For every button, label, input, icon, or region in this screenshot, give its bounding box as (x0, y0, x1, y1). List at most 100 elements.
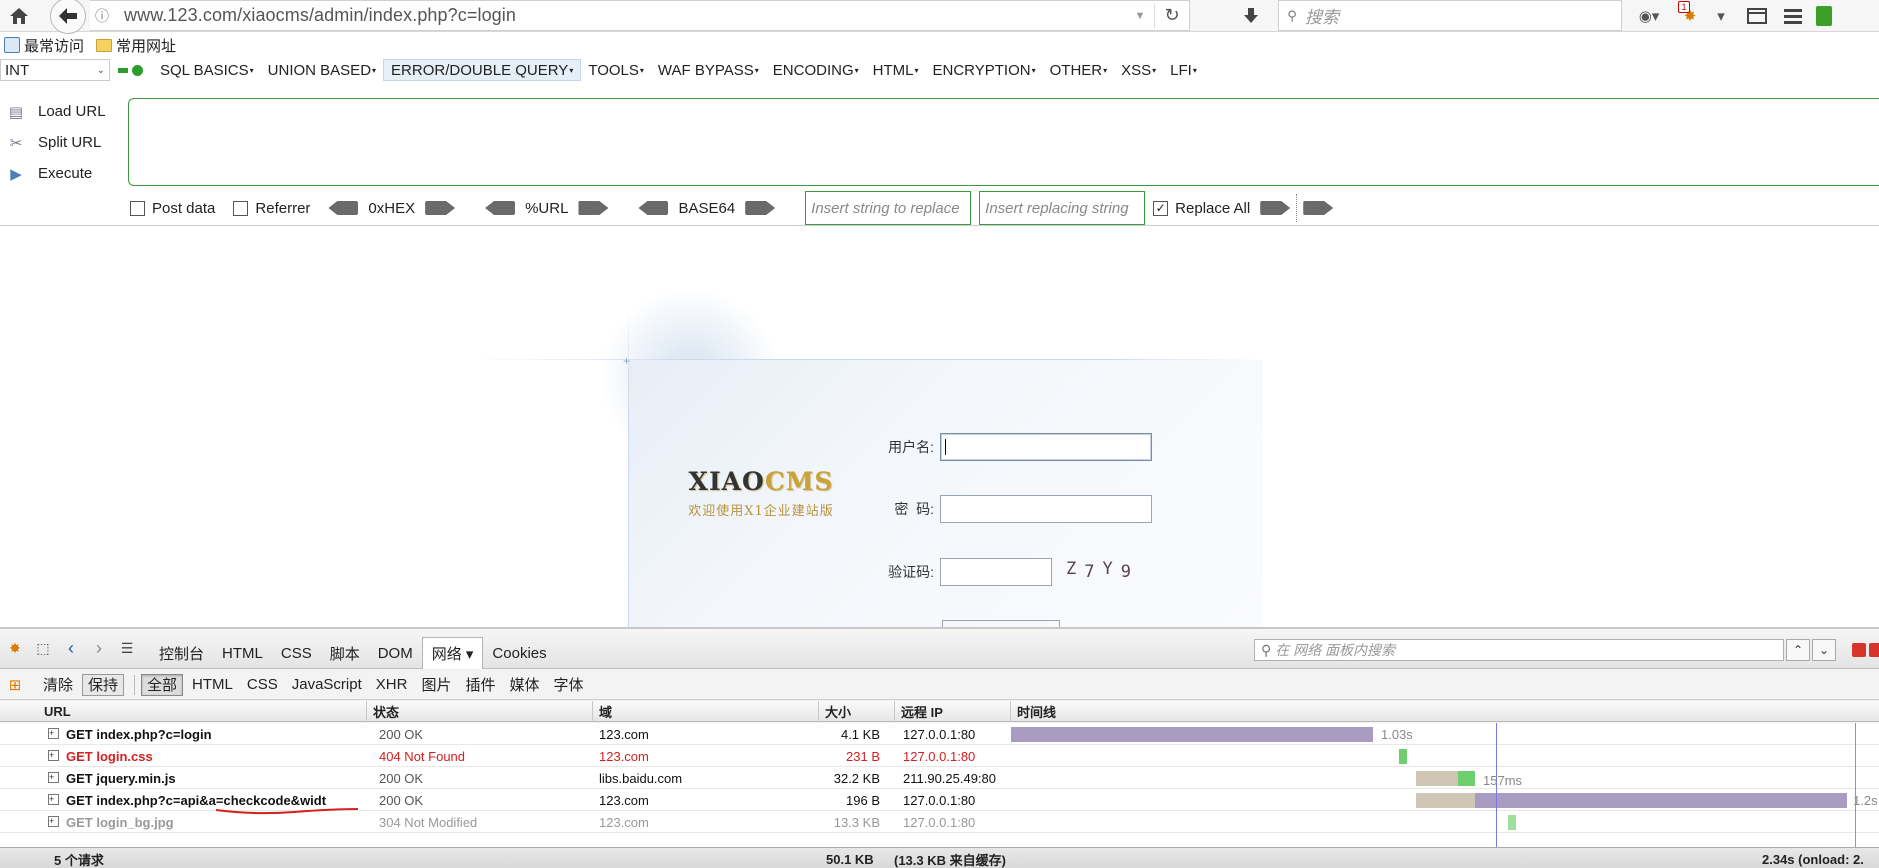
search-prev-icon[interactable]: ⌃ (1786, 639, 1810, 661)
filter-css[interactable]: CSS (242, 674, 283, 696)
username-input[interactable] (940, 433, 1152, 461)
column-url[interactable]: URL (32, 701, 366, 722)
bookmark-most-visited[interactable]: 最常访问 (4, 35, 84, 56)
base64-encode-arrow-icon[interactable] (745, 201, 776, 215)
panel-search-input[interactable]: ⚲ 在 网络 面板内搜索 (1254, 639, 1784, 661)
close-icon[interactable] (1869, 643, 1879, 657)
table-row[interactable]: + GET jquery.min.js 200 OK libs.baidu.co… (0, 767, 1879, 789)
url-dropdown-icon[interactable]: ▼ (1126, 10, 1154, 22)
tab-html[interactable]: HTML (213, 639, 272, 669)
menu-waf-bypass[interactable]: WAF BYPASS ▾ (651, 59, 766, 81)
command-line-icon[interactable]: ☰ (114, 637, 140, 661)
table-row[interactable]: + GET index.php?c=api&a=checkcode&widt 2… (0, 789, 1879, 815)
load-url-button[interactable]: ▤ Load URL (0, 96, 120, 127)
captcha-input[interactable] (940, 558, 1052, 586)
search-next-icon[interactable]: ⌄ (1812, 639, 1836, 661)
menu-other[interactable]: OTHER ▾ (1043, 59, 1115, 81)
expand-icon[interactable]: + (48, 816, 59, 827)
site-info-icon[interactable]: ⓘ (90, 6, 114, 26)
menu-xss[interactable]: XSS ▾ (1114, 59, 1163, 81)
filter-plugins[interactable]: 插件 (460, 674, 500, 696)
minimize-icon[interactable] (1852, 643, 1866, 657)
filter-media[interactable]: 媒体 (504, 674, 544, 696)
post-data-option[interactable]: Post data (130, 200, 215, 217)
replace-next-arrow-icon[interactable] (1303, 201, 1334, 215)
back-icon[interactable]: ‹ (58, 637, 84, 661)
hackbar-url-textarea[interactable] (128, 98, 1879, 186)
filter-images[interactable]: 图片 (416, 674, 456, 696)
extension-green-icon[interactable] (1816, 5, 1832, 26)
search-bar[interactable]: ⚲ 搜索 (1278, 0, 1622, 31)
url-text[interactable]: www.123.com/xiaocms/admin/index.php?c=lo… (114, 5, 1126, 26)
filter-javascript[interactable]: JavaScript (287, 674, 367, 696)
menu-hamburger-icon[interactable] (1780, 4, 1806, 28)
filter-xhr[interactable]: XHR (371, 674, 413, 696)
url-bar[interactable]: ⓘ www.123.com/xiaocms/admin/index.php?c=… (90, 0, 1190, 31)
url-encode-arrow-icon[interactable] (578, 201, 609, 215)
hex-encode-arrow-icon[interactable] (425, 201, 456, 215)
url-decode-arrow-icon[interactable] (485, 201, 516, 215)
firebug-button[interactable]: 1 ✸ (1672, 0, 1698, 28)
forward-icon[interactable]: › (86, 637, 112, 661)
expand-icon[interactable]: + (48, 728, 59, 739)
table-row[interactable]: + GET index.php?c=login 200 OK 123.com 4… (0, 723, 1879, 745)
addon-globe-icon[interactable]: ◉▾ (1636, 4, 1662, 28)
firebug-icon[interactable]: ✸ (2, 637, 28, 661)
reload-icon[interactable]: ↻ (1155, 5, 1189, 26)
menu-union-based[interactable]: UNION BASED ▾ (261, 59, 383, 81)
split-url-button[interactable]: ✂ Split URL (0, 127, 120, 158)
referrer-checkbox[interactable] (233, 200, 249, 216)
submit-button-partial[interactable] (942, 620, 1060, 627)
expand-icon[interactable]: + (48, 772, 59, 783)
bookmark-common-sites[interactable]: 常用网址 (96, 35, 176, 56)
clear-button[interactable]: 清除 (38, 674, 78, 696)
base64-decode-arrow-icon[interactable] (638, 201, 669, 215)
tab-script[interactable]: 脚本 (321, 639, 369, 669)
tab-dom[interactable]: DOM (369, 639, 422, 669)
home-button[interactable] (4, 2, 34, 30)
captcha-image[interactable]: Z7Y9 (1066, 559, 1139, 582)
expand-icon[interactable]: + (48, 794, 59, 805)
toolbar-dropdown-icon[interactable]: ▾ (1708, 4, 1734, 28)
sidebar-icon[interactable] (1744, 4, 1770, 28)
menu-error-double-query[interactable]: ERROR/DOUBLE QUERY ▾ (383, 59, 582, 81)
replace-all-checkbox[interactable]: ✓ (1153, 200, 1169, 216)
insert-string-input[interactable]: Insert string to replace (805, 191, 972, 225)
search-placeholder[interactable]: 搜索 (1305, 3, 1339, 28)
password-input[interactable] (940, 495, 1152, 523)
tab-cookies[interactable]: Cookies (483, 639, 555, 669)
menu-html[interactable]: HTML ▾ (866, 59, 926, 81)
column-timeline[interactable]: 时间线 (1010, 701, 1879, 722)
expand-icon[interactable]: + (48, 750, 59, 761)
execute-button[interactable]: ▶ Execute (0, 158, 120, 189)
replace-arrow-icon[interactable] (1260, 201, 1291, 215)
back-button[interactable] (50, 0, 86, 34)
tab-console[interactable]: 控制台 (150, 639, 213, 669)
persist-button[interactable]: 保持 (82, 673, 125, 696)
table-row[interactable]: + GET login.css 404 Not Found 123.com 23… (0, 745, 1879, 767)
column-size[interactable]: 大小 (818, 701, 894, 722)
inspect-icon[interactable]: ⬚ (30, 637, 56, 661)
filter-all[interactable]: 全部 (141, 673, 184, 696)
column-domain[interactable]: 域 (592, 701, 818, 722)
filter-html[interactable]: HTML (187, 674, 238, 696)
minus-icon[interactable] (118, 67, 128, 73)
referrer-option[interactable]: Referrer (233, 200, 310, 217)
menu-lfi[interactable]: LFI ▾ (1163, 59, 1204, 81)
replace-all-option[interactable]: ✓ Replace All (1153, 200, 1250, 217)
menu-encryption[interactable]: ENCRYPTION ▾ (926, 59, 1043, 81)
tab-css[interactable]: CSS (272, 639, 321, 669)
type-select[interactable]: INT ⌄ (0, 59, 110, 81)
column-remote-ip[interactable]: 远程 IP (894, 701, 1010, 722)
column-status[interactable]: 状态 (366, 701, 592, 722)
post-data-checkbox[interactable] (130, 200, 145, 216)
plus-icon[interactable] (132, 64, 143, 76)
download-button[interactable] (1237, 2, 1265, 30)
menu-tools[interactable]: TOOLS ▾ (581, 59, 651, 81)
table-row[interactable]: + GET login_bg.jpg 304 Not Modified 123.… (0, 811, 1879, 833)
hex-decode-arrow-icon[interactable] (328, 201, 359, 215)
replacing-string-input[interactable]: Insert replacing string (979, 191, 1146, 225)
tab-network[interactable]: 网络 ▾ (421, 636, 484, 669)
menu-encoding[interactable]: ENCODING ▾ (766, 59, 866, 81)
filter-fonts[interactable]: 字体 (548, 674, 588, 696)
